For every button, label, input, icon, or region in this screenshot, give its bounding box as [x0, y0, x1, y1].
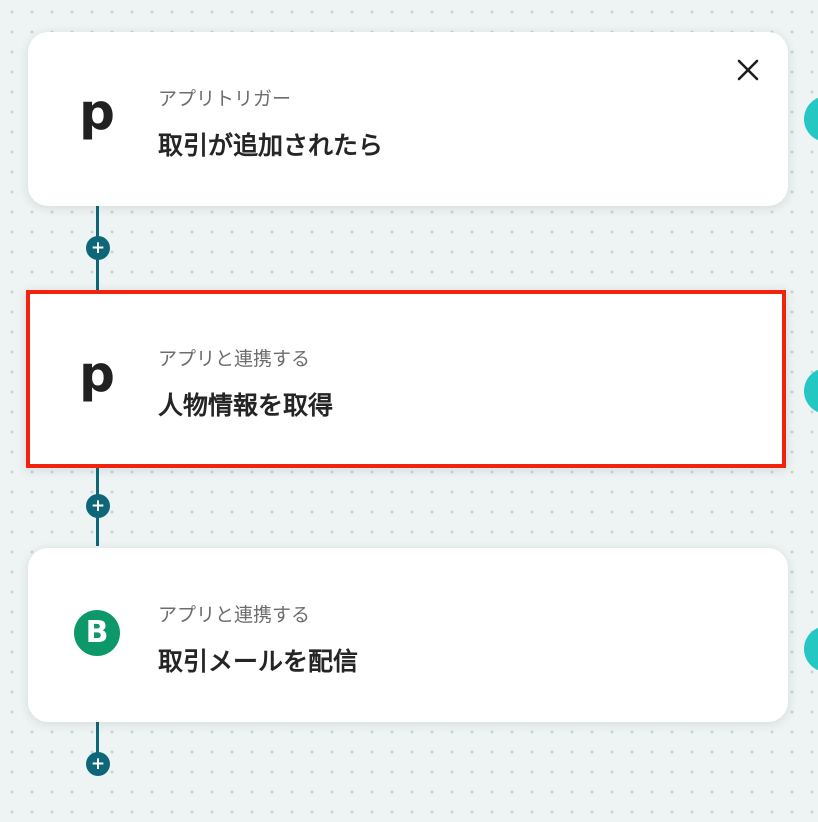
side-status-dot [804, 368, 818, 414]
pipedrive-icon: p [74, 87, 120, 140]
step-title: 人物情報を取得 [158, 391, 334, 420]
step-type-label: アプリと連携する [158, 604, 311, 626]
step-title: 取引メールを配信 [158, 647, 359, 676]
pipedrive-icon: p [74, 349, 120, 402]
plus-icon: + [90, 495, 106, 516]
flow-step-card[interactable]: B アプリと連携する 取引メールを配信 [28, 548, 788, 722]
side-status-dot [804, 96, 818, 142]
flow-step-card[interactable]: p アプリトリガー 取引が追加されたら [28, 32, 788, 206]
add-step-button[interactable]: + [86, 236, 110, 260]
pipedrive-icon-glyph: p [79, 345, 115, 403]
flow-step-card-selected[interactable]: p アプリと連携する 人物情報を取得 [26, 290, 786, 468]
side-status-dot [804, 626, 818, 672]
close-icon[interactable] [734, 56, 762, 84]
plus-icon: + [90, 237, 106, 258]
step-title: 取引が追加されたら [158, 131, 384, 160]
brevo-icon: B [74, 610, 120, 656]
step-type-label: アプリと連携する [158, 348, 311, 370]
add-step-button[interactable]: + [86, 494, 110, 518]
step-type-label: アプリトリガー [158, 88, 292, 110]
pipedrive-icon-glyph: p [79, 83, 115, 141]
brevo-icon-glyph: B [74, 610, 120, 656]
plus-icon: + [90, 753, 106, 774]
add-step-button[interactable]: + [86, 752, 110, 776]
